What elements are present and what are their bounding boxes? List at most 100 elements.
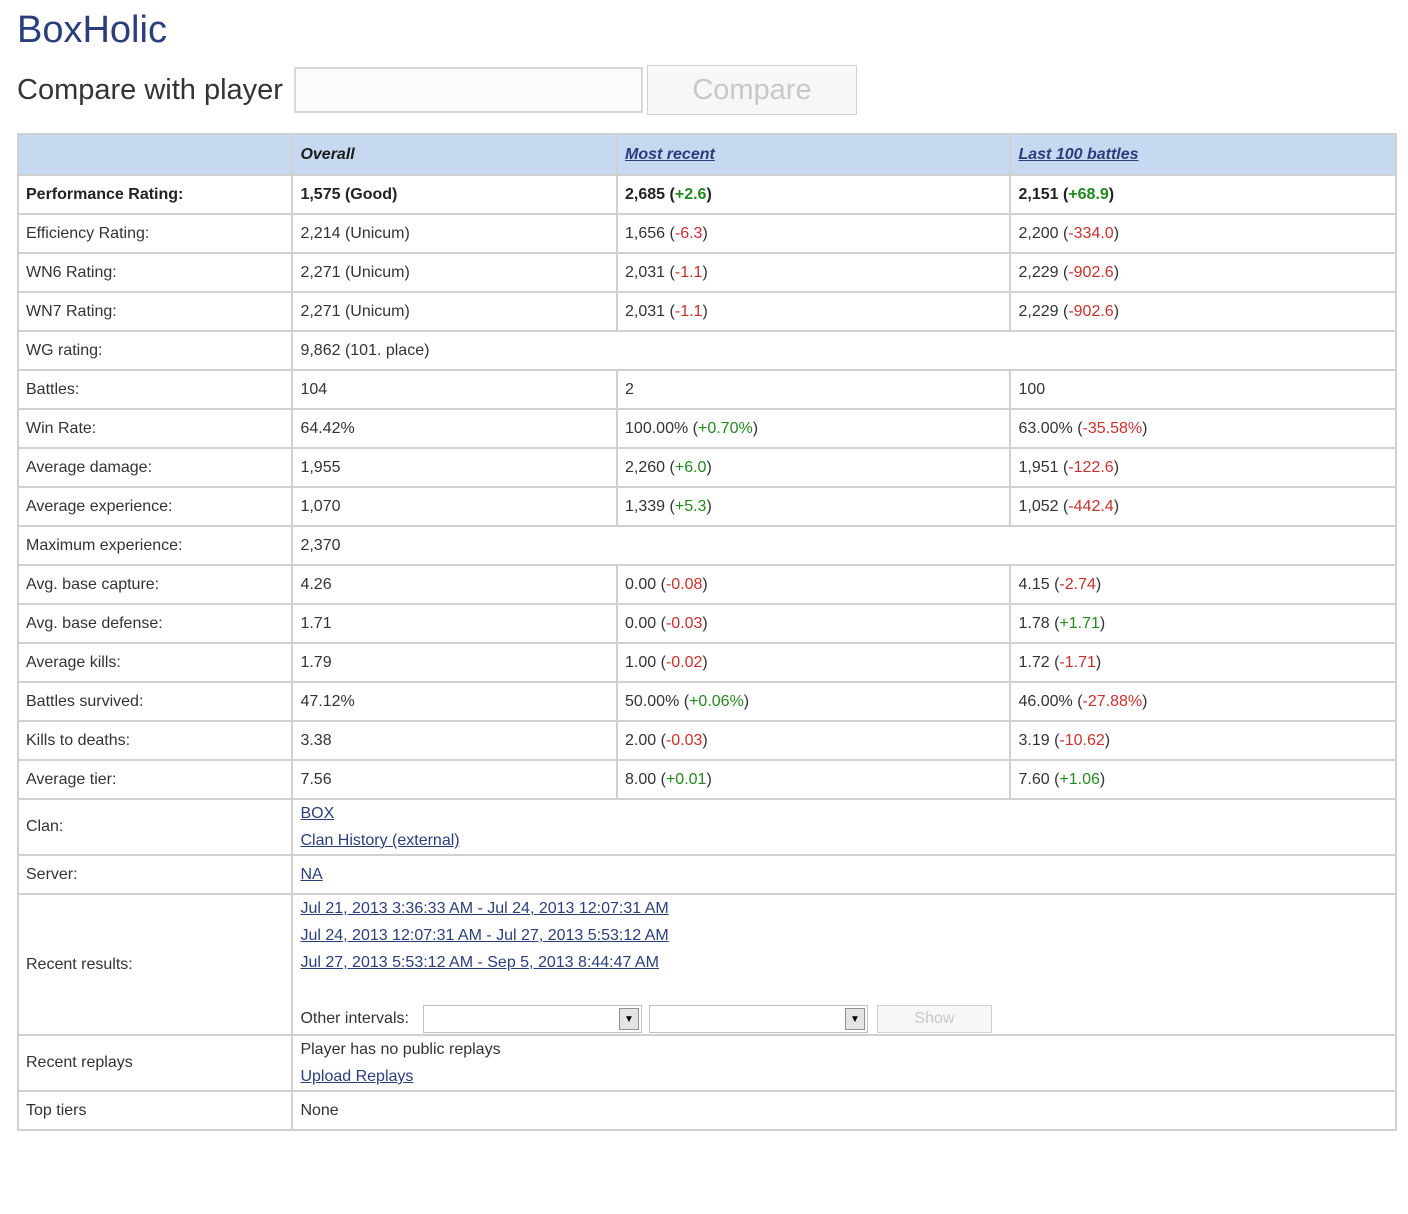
last100-value: 63.00% bbox=[1018, 419, 1073, 437]
overall-value: 47.12% bbox=[291, 681, 619, 722]
interval-to-select[interactable]: ▼ bbox=[648, 1005, 868, 1033]
recent-delta: -0.02 bbox=[665, 653, 703, 671]
last100-delta: +1.71 bbox=[1059, 614, 1100, 632]
recent-cell: 2,031 (-1.1) bbox=[616, 291, 1012, 332]
recent-value: 2 bbox=[616, 369, 1012, 410]
player-name: BoxHolic bbox=[17, 9, 167, 51]
last100-cell: 2,229 (-902.6) bbox=[1009, 252, 1397, 293]
header-row: Overall Most recent Last 100 battles bbox=[16, 133, 1397, 176]
last100-cell: 2,200 (-334.0) bbox=[1009, 213, 1397, 254]
overall-value: 1,575 (Good) bbox=[291, 174, 619, 215]
last100-value: 3.19 bbox=[1018, 731, 1050, 749]
overall-value: 1.71 bbox=[291, 603, 619, 644]
recent-cell: 2,685 (+2.6) bbox=[616, 174, 1012, 215]
row-wn6-rating: WN6 Rating: 2,271 (Unicum) 2,031 (-1.1) … bbox=[16, 252, 1397, 293]
header-last100-cell: Last 100 battles bbox=[1009, 133, 1397, 176]
row-label: Kills to deaths: bbox=[16, 720, 294, 761]
row-label: Efficiency Rating: bbox=[16, 213, 294, 254]
server-link[interactable]: NA bbox=[300, 861, 1388, 888]
clan-link[interactable]: BOX bbox=[300, 800, 1388, 827]
last100-cell: 1,951 (-122.6) bbox=[1009, 447, 1397, 488]
overall-value: 2,271 (Unicum) bbox=[291, 252, 619, 293]
recent-cell: 2.00 (-0.03) bbox=[616, 720, 1012, 761]
row-label: Maximum experience: bbox=[16, 525, 294, 566]
last100-value: 2,200 bbox=[1018, 224, 1059, 242]
header-last100-link[interactable]: Last 100 battles bbox=[1018, 146, 1138, 163]
recent-result-link[interactable]: Jul 24, 2013 12:07:31 AM - Jul 27, 2013 … bbox=[300, 922, 1388, 949]
replays-cell: Player has no public replays Upload Repl… bbox=[291, 1034, 1397, 1092]
row-label: Average experience: bbox=[16, 486, 294, 527]
recent-value: 1,339 bbox=[625, 497, 666, 515]
last100-delta: +1.06 bbox=[1059, 770, 1100, 788]
last100-delta: +68.9 bbox=[1068, 185, 1109, 203]
recent-cell: 100.00% (+0.70%) bbox=[616, 408, 1012, 449]
overall-value: 64.42% bbox=[291, 408, 619, 449]
row-label: Battles survived: bbox=[16, 681, 294, 722]
recent-cell: 1,339 (+5.3) bbox=[616, 486, 1012, 527]
recent-value: 0.00 bbox=[625, 614, 657, 632]
last100-delta: -10.62 bbox=[1059, 731, 1105, 749]
recent-result-link[interactable]: Jul 21, 2013 3:36:33 AM - Jul 24, 2013 1… bbox=[300, 895, 1388, 922]
row-avg-base-defense: Avg. base defense: 1.71 0.00 (-0.03) 1.7… bbox=[16, 603, 1397, 644]
recent-delta: -0.03 bbox=[665, 614, 703, 632]
other-intervals-label: Other intervals: bbox=[300, 1010, 409, 1027]
row-label: Avg. base capture: bbox=[16, 564, 294, 605]
last100-value: 1.78 bbox=[1018, 614, 1050, 632]
last100-value: 7.60 bbox=[1018, 770, 1050, 788]
compare-button[interactable]: Compare bbox=[646, 65, 857, 115]
row-label: Recent replays bbox=[16, 1034, 294, 1092]
recent-value: 2,031 bbox=[625, 263, 666, 281]
last100-cell: 2,151 (+68.9) bbox=[1009, 174, 1397, 215]
last100-value: 4.15 bbox=[1018, 575, 1050, 593]
recent-delta: +0.06% bbox=[689, 692, 744, 710]
header-most-recent-link[interactable]: Most recent bbox=[625, 146, 715, 163]
last100-cell: 4.15 (-2.74) bbox=[1009, 564, 1397, 605]
interval-from-select[interactable]: ▼ bbox=[422, 1005, 642, 1033]
recent-delta: -1.1 bbox=[674, 302, 703, 320]
last100-cell: 3.19 (-10.62) bbox=[1009, 720, 1397, 761]
last100-cell: 63.00% (-35.58%) bbox=[1009, 408, 1397, 449]
last100-delta: -27.88% bbox=[1082, 692, 1143, 710]
dropdown-arrow-icon[interactable]: ▼ bbox=[844, 1008, 865, 1030]
row-average-damage: Average damage: 1,955 2,260 (+6.0) 1,951… bbox=[16, 447, 1397, 488]
recent-delta: +6.0 bbox=[674, 458, 707, 476]
recent-cell: 1,656 (-6.3) bbox=[616, 213, 1012, 254]
last100-delta: -122.6 bbox=[1068, 458, 1114, 476]
upload-replays-link[interactable]: Upload Replays bbox=[300, 1063, 1388, 1090]
recent-result-link[interactable]: Jul 27, 2013 5:53:12 AM - Sep 5, 2013 8:… bbox=[300, 949, 1388, 976]
recent-delta: +5.3 bbox=[674, 497, 707, 515]
row-label: Battles: bbox=[16, 369, 294, 410]
recent-delta: -6.3 bbox=[674, 224, 703, 242]
row-average-experience: Average experience: 1,070 1,339 (+5.3) 1… bbox=[16, 486, 1397, 527]
recent-value: 2,260 bbox=[625, 458, 666, 476]
row-avg-base-capture: Avg. base capture: 4.26 0.00 (-0.08) 4.1… bbox=[16, 564, 1397, 605]
last100-value: 2,229 bbox=[1018, 263, 1059, 281]
last100-value: 2,229 bbox=[1018, 302, 1059, 320]
dropdown-arrow-icon[interactable]: ▼ bbox=[618, 1008, 639, 1030]
last100-cell: 2,229 (-902.6) bbox=[1009, 291, 1397, 332]
overall-value: 9,862 (101. place) bbox=[291, 330, 1397, 371]
clan-history-link[interactable]: Clan History (external) bbox=[300, 827, 1388, 854]
recent-delta: +2.6 bbox=[674, 185, 707, 203]
row-label: Clan: bbox=[16, 798, 294, 856]
recent-delta: +0.01 bbox=[665, 770, 707, 788]
recent-value: 2.00 bbox=[625, 731, 657, 749]
row-server: Server: NA bbox=[16, 854, 1397, 895]
overall-value: 104 bbox=[291, 369, 619, 410]
server-cell: NA bbox=[291, 854, 1397, 895]
show-interval-button[interactable]: Show bbox=[876, 1005, 992, 1033]
row-wn7-rating: WN7 Rating: 2,271 (Unicum) 2,031 (-1.1) … bbox=[16, 291, 1397, 332]
recent-cell: 0.00 (-0.08) bbox=[616, 564, 1012, 605]
last100-value: 2,151 bbox=[1018, 185, 1059, 203]
compare-player-input[interactable] bbox=[293, 67, 643, 113]
last100-cell: 7.60 (+1.06) bbox=[1009, 759, 1397, 800]
recent-delta: -1.1 bbox=[674, 263, 703, 281]
row-kills-to-deaths: Kills to deaths: 3.38 2.00 (-0.03) 3.19 … bbox=[16, 720, 1397, 761]
row-label: Average tier: bbox=[16, 759, 294, 800]
recent-cell: 50.00% (+0.06%) bbox=[616, 681, 1012, 722]
header-empty bbox=[16, 133, 294, 176]
row-efficiency-rating: Efficiency Rating: 2,214 (Unicum) 1,656 … bbox=[16, 213, 1397, 254]
last100-cell: 1.72 (-1.71) bbox=[1009, 642, 1397, 683]
header-most-recent-cell: Most recent bbox=[616, 133, 1012, 176]
recent-cell: 2,031 (-1.1) bbox=[616, 252, 1012, 293]
